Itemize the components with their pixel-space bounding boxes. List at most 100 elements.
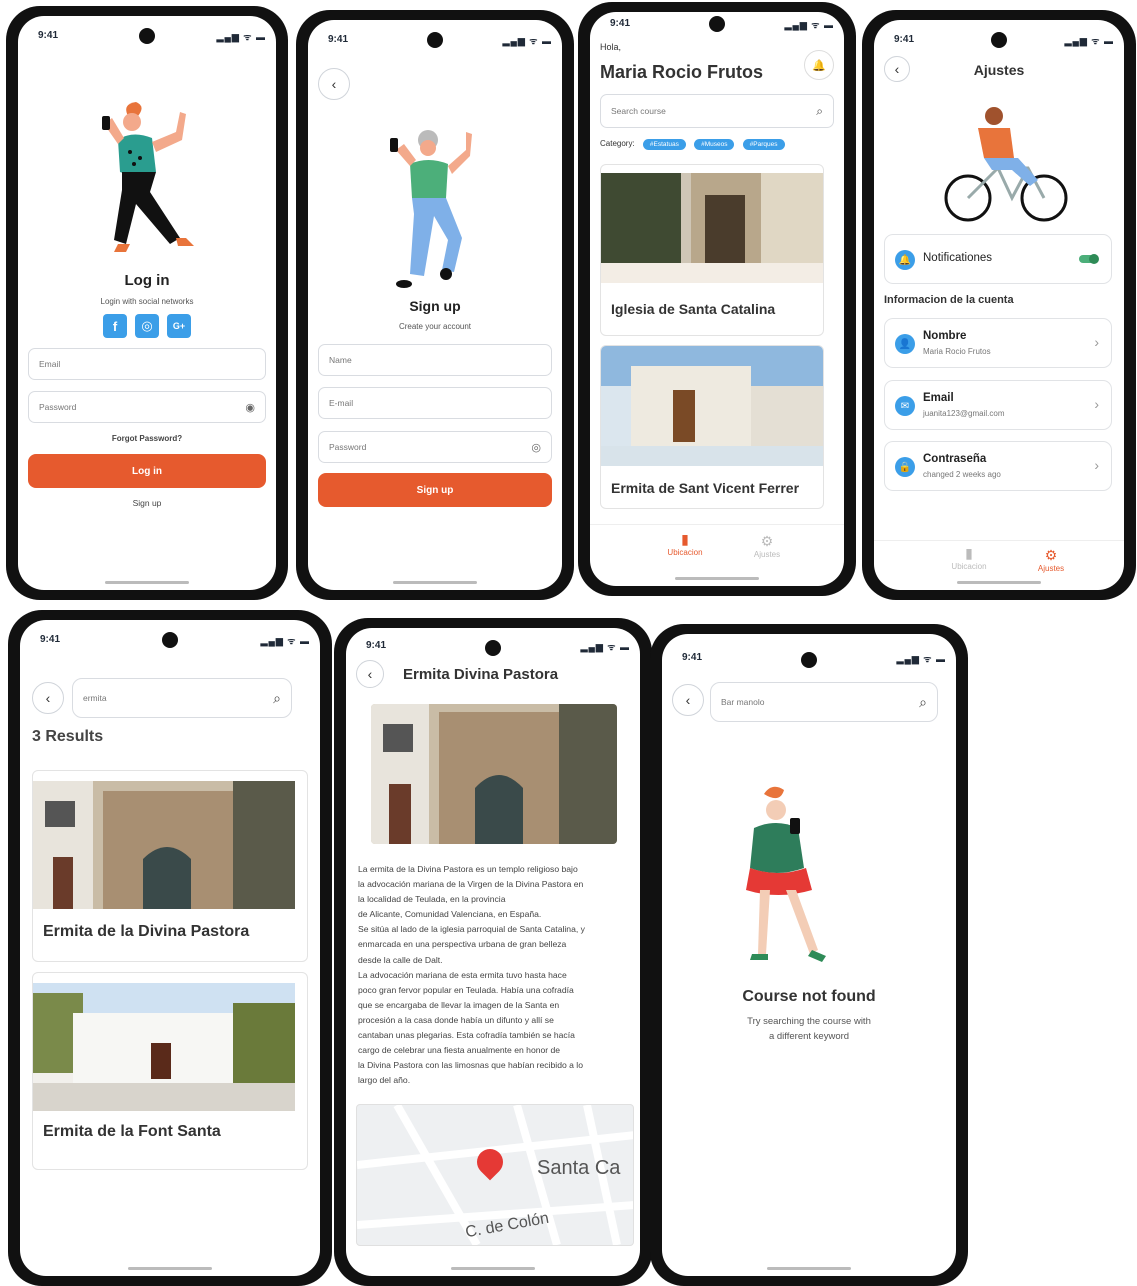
home-indicator: [675, 577, 759, 580]
phone-not-found: 9:41 ▂▄▆ ᯤ ▬ ‹ Bar manolo ⌕ Course not fou…: [650, 624, 968, 1286]
tab-label: Ubicacion: [951, 562, 987, 571]
search-icon[interactable]: ⌕: [919, 694, 927, 711]
chevron-right-icon: ›: [1094, 457, 1099, 473]
settings-screen: 9:41 ▂▄▆ ᯤ ▬ ‹ Ajustes 🔔 Notificationes I…: [874, 20, 1124, 590]
google-plus-icon[interactable]: G+: [167, 314, 191, 338]
description-line: que se encargaba de llevar la imagen de …: [358, 999, 560, 1010]
tab-ubicacion[interactable]: ▮ Ubicacion: [934, 545, 1004, 571]
phone-settings: 9:41 ▂▄▆ ᯤ ▬ ‹ Ajustes 🔔 Notificationes I…: [862, 10, 1136, 600]
phone-signup: 9:41 ▂▄▆ ᯤ ▬ ‹ Sign up Create your accoun…: [296, 10, 574, 600]
search-input[interactable]: ermita ⌕: [72, 678, 292, 718]
tab-ajustes[interactable]: ⚙ Ajustes: [1016, 547, 1086, 573]
login-button[interactable]: Log in: [28, 454, 266, 488]
search-input[interactable]: Search course ⌕: [600, 94, 834, 128]
gear-icon: ⚙: [1044, 547, 1058, 563]
status-time: 9:41: [328, 34, 349, 45]
name-field[interactable]: Name: [318, 344, 552, 376]
facebook-icon[interactable]: f: [103, 314, 127, 338]
search-icon[interactable]: ⌕: [816, 104, 823, 119]
status-icons: ▂▄▆ ᯤ ▬: [216, 32, 266, 42]
card-title: Ermita de la Font Santa: [43, 1123, 221, 1140]
notfound-title: Course not found: [742, 988, 876, 1005]
notifications-row[interactable]: 🔔 Notificationes: [884, 234, 1112, 284]
home-indicator: [105, 581, 189, 584]
notifications-toggle[interactable]: [1079, 254, 1099, 264]
camera-notch: [485, 640, 501, 656]
login-illustration: [102, 102, 194, 252]
description-line: La advocación mariana de esta ermita tuv…: [358, 969, 567, 980]
instagram-icon[interactable]: ◎: [135, 314, 159, 338]
email-row[interactable]: ✉ Email juanita123@gmail.com ›: [884, 380, 1112, 430]
search-query: Bar manolo: [721, 697, 765, 707]
tab-ubicacion[interactable]: ▮ Ubicacion: [650, 531, 720, 557]
status-time: 9:41: [610, 18, 631, 29]
place-card[interactable]: Ermita de Sant Vicent Ferrer: [600, 345, 824, 509]
status-time: 9:41: [682, 652, 703, 663]
tag-museos[interactable]: #Museos: [694, 139, 735, 150]
status-time: 9:41: [38, 30, 59, 41]
search-input[interactable]: Bar manolo ⌕: [710, 682, 938, 722]
card-title: Ermita de la Divina Pastora: [43, 923, 250, 940]
forgot-password-link[interactable]: Forgot Password?: [18, 434, 276, 443]
description-line: La ermita de la Divina Pastora es un tem…: [358, 864, 578, 874]
status-icons: ▂▄▆ ᯤ ▬: [502, 36, 552, 46]
signup-button[interactable]: Sign up: [318, 473, 552, 507]
status-icons: ▂▄▆ ᯤ ▬: [1064, 36, 1114, 46]
bell-icon[interactable]: 🔔: [804, 50, 834, 80]
notfound-screen: 9:41 ▂▄▆ ᯤ ▬ ‹ Bar manolo ⌕ Course not fou…: [662, 634, 956, 1276]
camera-notch: [162, 632, 178, 648]
church-photo: [601, 173, 823, 283]
camera-notch: [709, 16, 725, 32]
detail-screen: 9:41 ▂▄▆ ᯤ ▬ ‹ Ermita Divina Pastora La e…: [346, 628, 640, 1276]
password-field[interactable]: Password ◉: [28, 391, 266, 423]
user-name: Maria Rocio Frutos: [600, 62, 764, 82]
password-row[interactable]: 🔒 Contraseña changed 2 weeks ago ›: [884, 441, 1112, 491]
eye-off-icon[interactable]: ◎: [531, 441, 541, 454]
detail-title: Ermita Divina Pastora: [403, 666, 559, 683]
status-icons: ▂▄▆ ᯤ ▬: [896, 654, 946, 664]
signup-title: Sign up: [409, 298, 461, 314]
card-title: Iglesia de Santa Catalina: [611, 301, 776, 317]
greeting: Hola,: [600, 42, 622, 52]
name-row[interactable]: 👤 Nombre Maria Rocio Frutos ›: [884, 318, 1112, 368]
email-placeholder: E-mail: [329, 398, 354, 408]
tab-ajustes[interactable]: ⚙ Ajustes: [732, 533, 802, 559]
login-screen: 9:41 ▂▄▆ ᯤ ▬ Log in Login with social net…: [18, 16, 276, 590]
description-line: la advocación mariana de la Virgen de la…: [358, 879, 584, 890]
description-line: poco gran fervor popular en Teulada. Hab…: [358, 984, 574, 995]
result-card[interactable]: Ermita de la Divina Pastora: [32, 770, 308, 962]
signup-screen: 9:41 ▂▄▆ ᯤ ▬ ‹ Sign up Create your accoun…: [308, 20, 562, 590]
back-button[interactable]: ‹: [356, 660, 384, 688]
signup-link[interactable]: Sign up: [18, 498, 276, 508]
password-placeholder: Password: [329, 442, 367, 452]
mail-icon: ✉: [895, 396, 915, 416]
account-section-heading: Informacion de la cuenta: [884, 294, 1014, 306]
back-button[interactable]: ‹: [32, 682, 64, 714]
description-line: la Divina Pastora con las limosnas que h…: [358, 1060, 583, 1071]
email-field[interactable]: Email: [28, 348, 266, 380]
social-buttons: f ◎ G+: [18, 314, 276, 338]
tag-parques[interactable]: #Parques: [742, 139, 785, 150]
status-time: 9:41: [40, 634, 61, 645]
phone-results: 9:41 ▂▄▆ ᯤ ▬ ‹ ermita ⌕ 3 Results Ermita d…: [8, 610, 332, 1286]
gear-icon: ⚙: [760, 533, 774, 549]
status-icons: ▂▄▆ ᯤ ▬: [580, 642, 630, 652]
chapel-photo: [601, 346, 823, 466]
email-value: juanita123@gmail.com: [923, 409, 1005, 418]
tab-bar: ▮ Ubicacion ⚙ Ajustes: [590, 524, 844, 583]
password-value: changed 2 weeks ago: [923, 470, 1001, 479]
password-field[interactable]: Password ◎: [318, 431, 552, 463]
eye-icon[interactable]: ◉: [245, 401, 255, 414]
result-card[interactable]: Ermita de la Font Santa: [32, 972, 308, 1170]
place-card[interactable]: Iglesia de Santa Catalina: [600, 164, 824, 336]
back-button[interactable]: ‹: [318, 68, 350, 100]
phone-detail: 9:41 ▂▄▆ ᯤ ▬ ‹ Ermita Divina Pastora La e…: [334, 618, 652, 1286]
tag-estatuas[interactable]: #Estatuas: [642, 139, 686, 150]
back-button[interactable]: ‹: [672, 684, 704, 716]
search-icon[interactable]: ⌕: [273, 690, 281, 707]
bell-icon: 🔔: [895, 250, 915, 270]
email-field[interactable]: E-mail: [318, 387, 552, 419]
phone-home: 9:41 ▂▄▆ ᯤ ▬ Hola, Maria Rocio Frutos 🔔 S…: [578, 2, 856, 596]
map-view[interactable]: Santa Ca C. de Colón: [356, 1104, 634, 1246]
tab-label: Ubicacion: [667, 548, 703, 557]
